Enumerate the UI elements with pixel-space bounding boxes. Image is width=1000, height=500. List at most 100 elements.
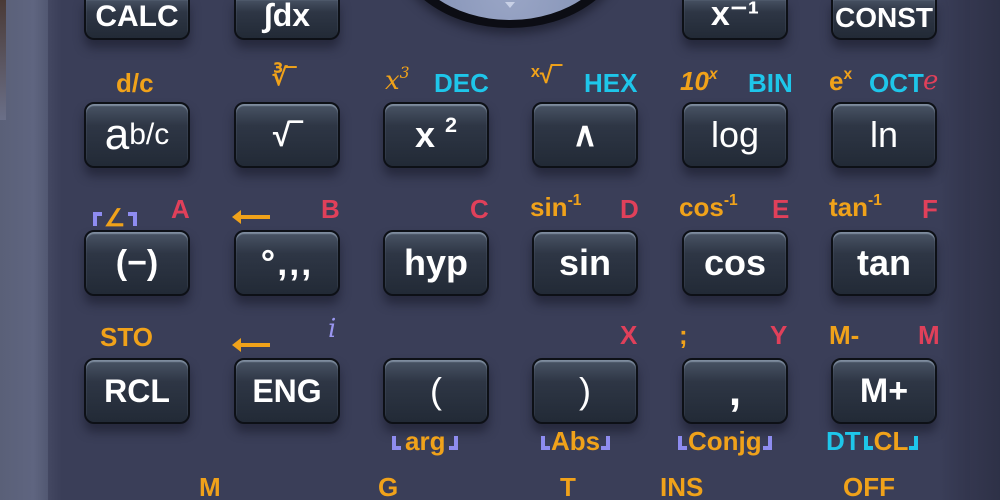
shift-label-base: sin <box>530 192 568 222</box>
bracket-right-icon <box>449 436 459 450</box>
shift-label-arcsin: sin-1 <box>530 192 582 222</box>
key-comma[interactable]: , <box>682 358 788 424</box>
key-label: ∫dx <box>263 0 311 33</box>
shift-label-ins: INS <box>660 472 704 500</box>
bracket-left-icon <box>93 212 102 226</box>
key-label-base: x <box>414 114 435 155</box>
key-label: ( <box>430 370 442 411</box>
shift-label-dc: d/c <box>116 68 154 98</box>
mode-label-oct: OCT <box>869 68 924 98</box>
key-calc[interactable]: CALC <box>84 0 190 40</box>
key-label: log <box>710 114 760 155</box>
key-label: (−) <box>115 243 159 282</box>
key-ln[interactable]: ln <box>831 102 937 168</box>
key-label-bc: b/c <box>129 118 170 151</box>
alpha-label-m: M <box>918 320 940 350</box>
mode-label-bin: BIN <box>748 68 793 98</box>
shift-label-x-root: ˣ√‾ <box>531 62 561 89</box>
key-eng[interactable]: ENG <box>234 358 340 424</box>
bracket-left-icon <box>678 436 687 450</box>
key-label: x 2 <box>415 114 457 156</box>
alpha-label-a: A <box>171 194 190 224</box>
shift-label-base: e <box>829 66 844 96</box>
key-label: hyp <box>403 242 468 283</box>
alpha-label-e: e <box>923 66 939 96</box>
key-square-root[interactable]: √‾ <box>234 102 340 168</box>
background-accent <box>0 0 6 120</box>
bracket-right-icon <box>909 436 919 450</box>
key-x-squared[interactable]: x 2 <box>383 102 489 168</box>
key-degrees-minutes-seconds[interactable]: °,,, <box>234 230 340 296</box>
mode-label-dec: DEC <box>434 68 489 98</box>
label-text: Abs <box>551 426 601 456</box>
key-open-paren[interactable]: ( <box>383 358 489 424</box>
key-cos[interactable]: cos <box>682 230 788 296</box>
key-label: tan <box>857 242 911 283</box>
left-arrow-icon <box>232 338 270 353</box>
key-label: M+ <box>859 371 909 410</box>
key-label: √‾ <box>272 116 302 153</box>
key-rcl[interactable]: RCL <box>84 358 190 424</box>
key-label: ENG <box>252 372 322 409</box>
shift-label-sup: x <box>708 66 718 84</box>
bracket-right-icon <box>127 212 137 226</box>
key-hyp[interactable]: hyp <box>383 230 489 296</box>
key-power[interactable]: ∧ <box>532 102 638 168</box>
shift-label-arccos: cos-1 <box>679 192 738 222</box>
calculator-right-edge <box>940 0 1000 500</box>
key-label-sup: 2 <box>445 111 458 137</box>
shift-label-cube-root: ∛‾ <box>272 64 296 91</box>
left-arrow-icon <box>232 210 270 225</box>
key-reciprocal[interactable]: x⁻¹ <box>682 0 788 40</box>
alpha-label-f: F <box>922 194 938 224</box>
key-fraction[interactable]: a b/c <box>84 102 190 168</box>
key-label: CONST <box>835 2 933 33</box>
shift-label-base: tan <box>829 192 868 222</box>
alpha-label-c: C <box>470 194 489 224</box>
shift-label-sup: -1 <box>567 192 582 210</box>
shift-label-base: 10 <box>680 66 709 96</box>
bracket-right-icon <box>601 436 611 450</box>
key-log[interactable]: log <box>682 102 788 168</box>
key-close-paren[interactable]: ) <box>532 358 638 424</box>
below-label-dt-cl: DT CL <box>826 426 919 456</box>
shift-label-g: G <box>378 472 399 500</box>
alpha-label-e: E <box>772 194 790 224</box>
shift-label-t: T <box>560 472 576 500</box>
key-label: cos <box>703 242 767 283</box>
shift-label-ten-power: 10x <box>680 66 718 96</box>
key-integral[interactable]: ∫dx <box>234 0 340 40</box>
mode-label-hex: HEX <box>584 68 638 98</box>
shift-label-left-arrow <box>232 330 270 356</box>
shift-label-m-minus: M- <box>829 320 860 350</box>
key-label: °,,, <box>260 242 314 283</box>
below-label-abs: Abs <box>541 426 611 456</box>
key-label: ln <box>869 114 899 155</box>
alpha-label-y: Y <box>770 320 788 350</box>
key-label: RCL <box>104 372 170 409</box>
label-text: CL <box>873 426 909 456</box>
bracket-left-icon <box>541 436 550 450</box>
mode-label-dt: DT <box>826 426 861 456</box>
key-negative[interactable]: (−) <box>84 230 190 296</box>
shift-label-sup: x <box>843 66 853 84</box>
replay-dial[interactable] <box>395 0 625 28</box>
shift-label-angle: ∠ <box>93 204 137 231</box>
key-sin[interactable]: sin <box>532 230 638 296</box>
key-label-a: a <box>104 110 130 159</box>
key-const[interactable]: CONST <box>831 0 937 40</box>
shift-label-base: cos <box>679 192 724 222</box>
shift-label-m: M <box>199 472 221 500</box>
down-arrow-icon <box>505 2 515 8</box>
shift-label-arctan: tan-1 <box>829 192 882 222</box>
shift-label-sup: 3 <box>399 64 410 83</box>
shift-label-semicolon: ; <box>679 320 688 350</box>
key-m-plus[interactable]: M+ <box>831 358 937 424</box>
shift-label-sup: -1 <box>868 192 882 210</box>
key-label: CALC <box>95 0 179 33</box>
shift-label-left-arrow <box>232 202 270 228</box>
key-tan[interactable]: tan <box>831 230 937 296</box>
key-label: ∧ <box>572 116 598 154</box>
alpha-label-i: i <box>328 314 337 344</box>
replay-dial-face[interactable] <box>403 0 617 20</box>
